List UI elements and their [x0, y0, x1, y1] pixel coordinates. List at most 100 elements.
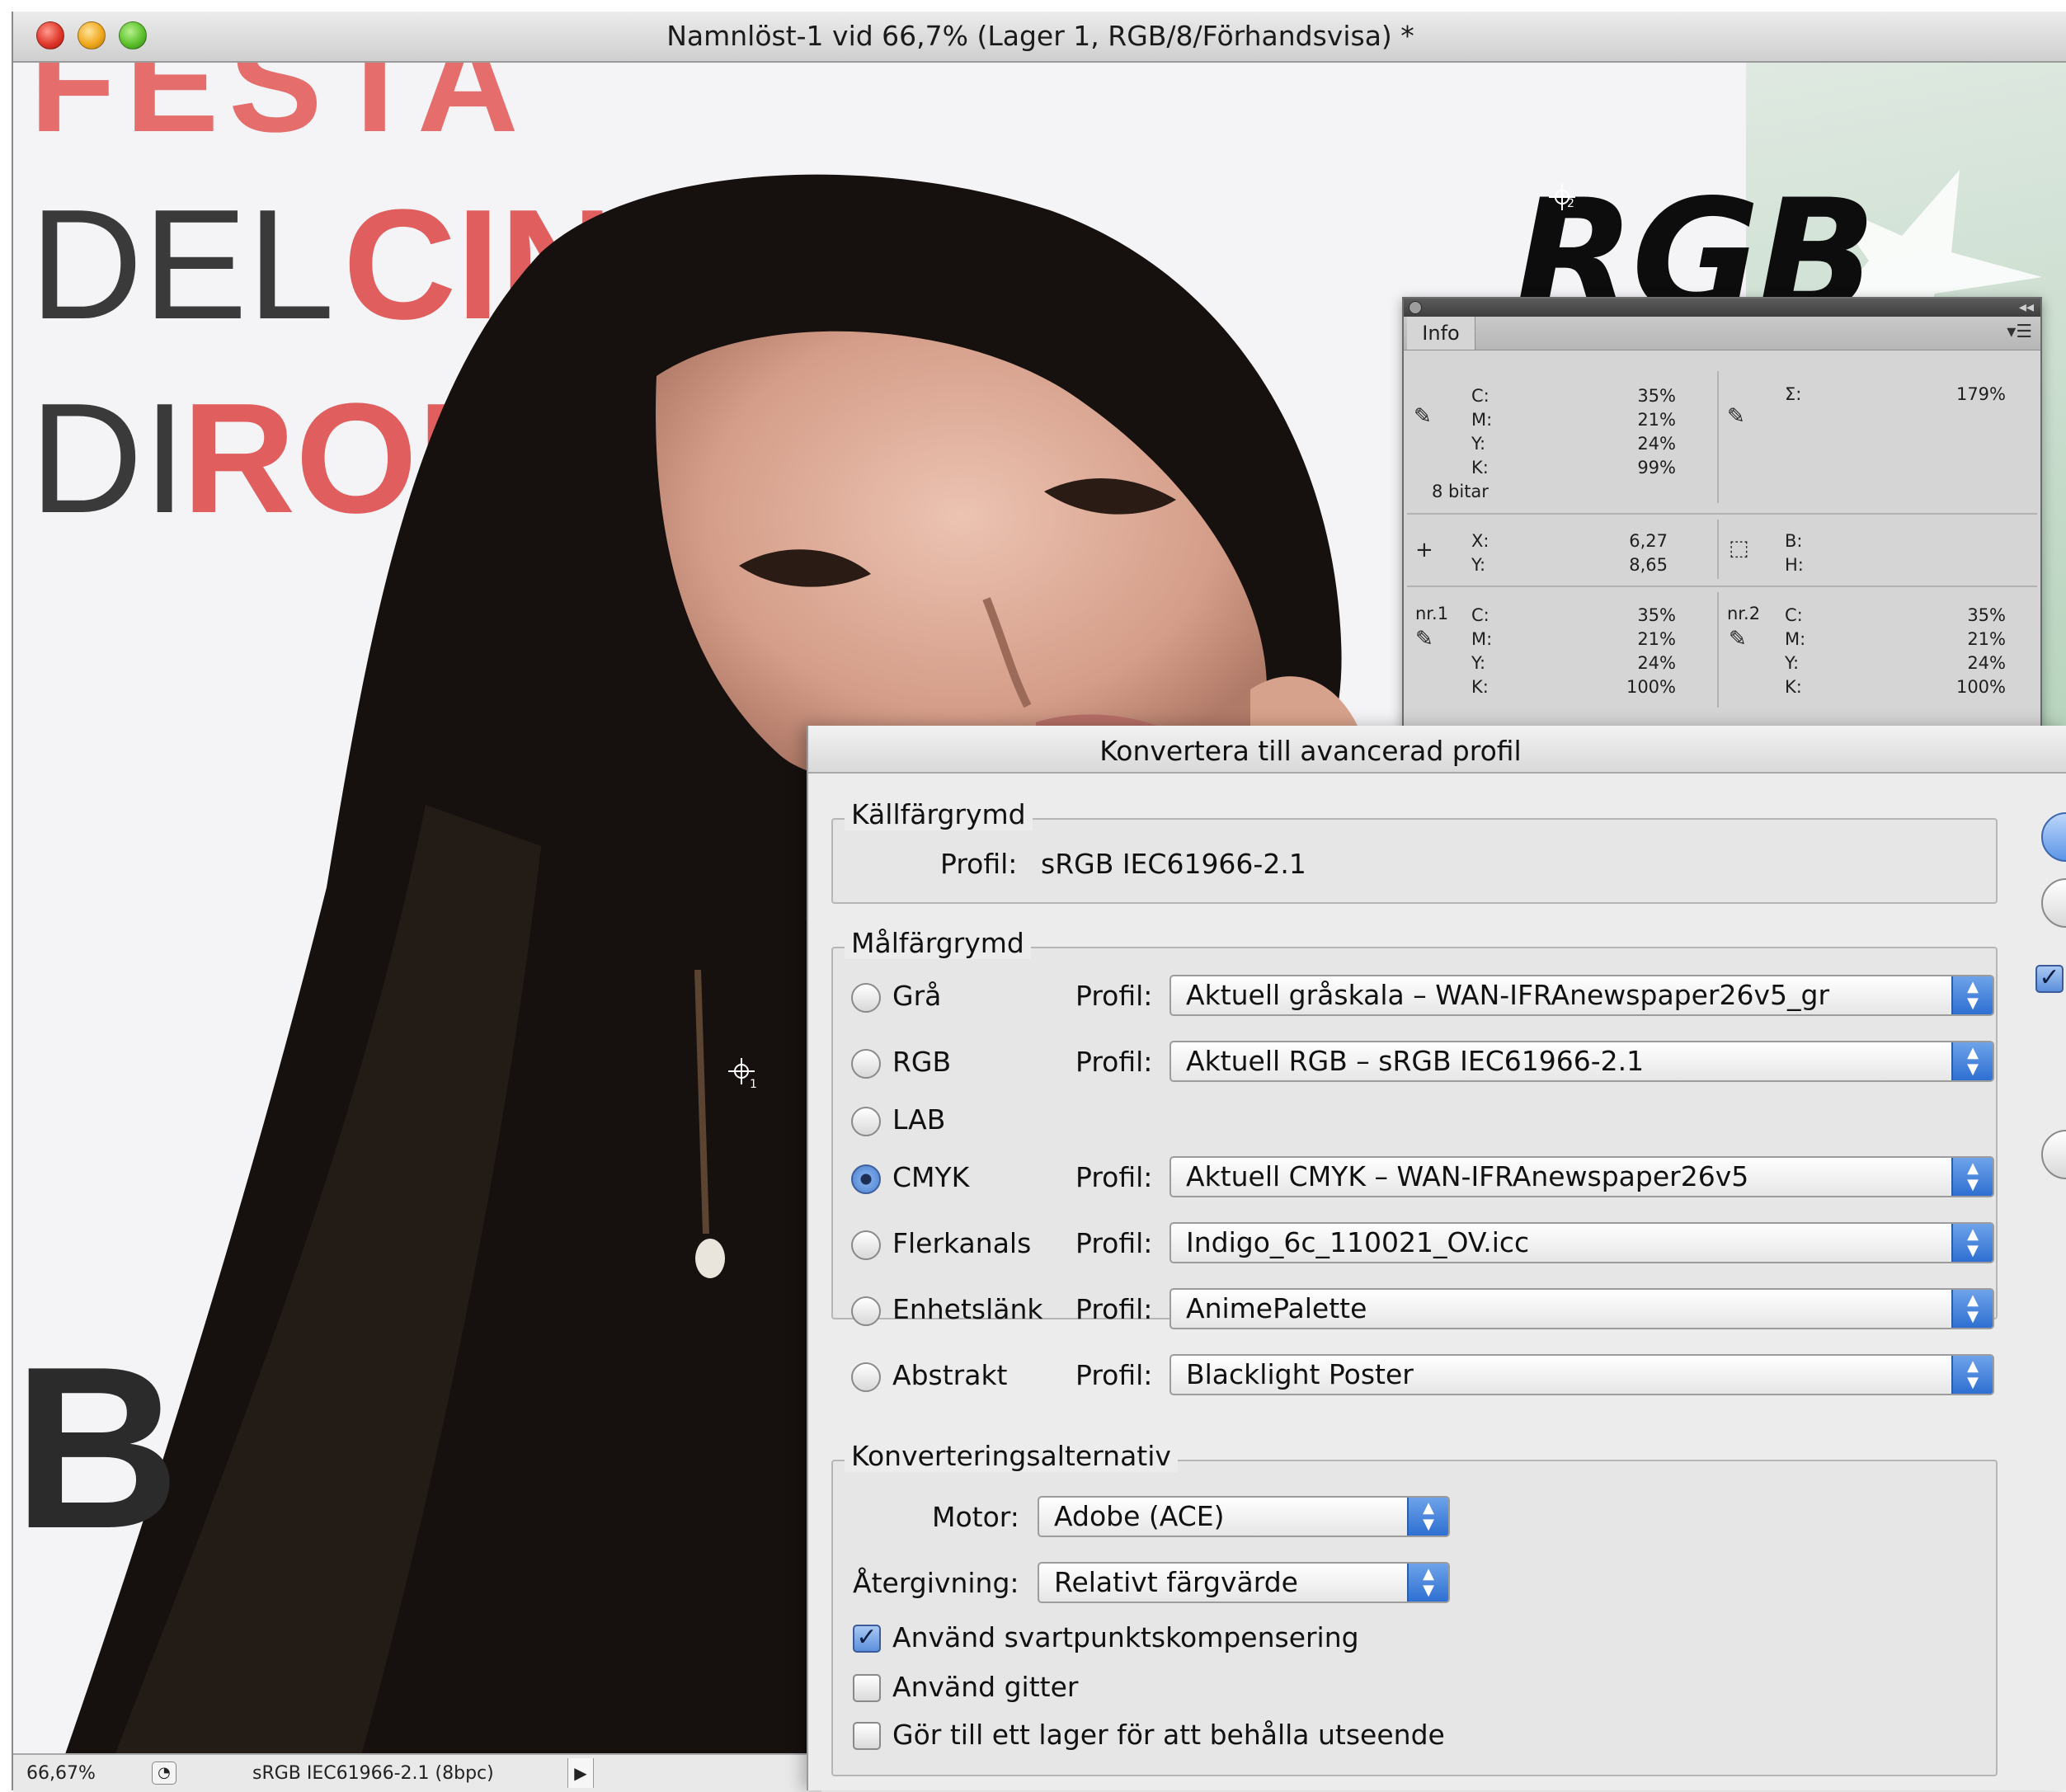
dither-checkbox[interactable] — [853, 1674, 881, 1702]
color-sampler-1-icon[interactable]: 1 — [727, 1056, 760, 1091]
poster-fragment: B — [13, 1319, 181, 1577]
flatten-layer-checkbox[interactable] — [853, 1722, 881, 1750]
selection-size-icon: ⬚ — [1729, 536, 1749, 561]
target-legend: Målfärgrymd — [845, 927, 1031, 959]
select-stepper-icon: ▲ ▼ — [1951, 1158, 1993, 1196]
label-c: C: — [1785, 605, 1803, 625]
info-separator — [1407, 513, 2037, 515]
profile-label: Profil: — [1075, 1161, 1153, 1193]
select-stepper-icon: ▲ ▼ — [1951, 1042, 1993, 1080]
advanced-button[interactable] — [2041, 1130, 2066, 1179]
value-m: 21% — [1637, 629, 1676, 649]
size-labels: B: H: — [1785, 529, 1804, 577]
gray-profile-select[interactable]: Aktuell gråskala – WAN-IFRAnewspaper26v5… — [1169, 975, 1994, 1016]
info-divider — [1717, 592, 1719, 708]
profile-label: Profil: — [1075, 1227, 1153, 1259]
value-m: 21% — [1967, 629, 2006, 649]
label-k: K: — [1785, 677, 1802, 697]
select-stepper-icon: ▲ ▼ — [1407, 1564, 1448, 1602]
value-k: 100% — [1955, 677, 2006, 697]
label-b: B: — [1785, 531, 1803, 551]
multichannel-profile-select[interactable]: Indigo_6c_110021_OV.icc ▲ ▼ — [1169, 1222, 1994, 1263]
engine-select[interactable]: Adobe (ACE) ▲ ▼ — [1038, 1496, 1450, 1537]
conversion-legend: Konverteringsalternativ — [845, 1440, 1178, 1472]
label-c: C: — [1471, 605, 1489, 625]
value-y-pos: 8,65 — [1629, 555, 1668, 575]
cmyk-profile-value: Aktuell CMYK – WAN-IFRAnewspaper26v5 — [1186, 1160, 1749, 1192]
document-info-icon[interactable]: ◔ — [152, 1761, 176, 1785]
value-c: 35% — [1637, 605, 1676, 625]
bit-depth: 8 bitar — [1432, 482, 1489, 501]
position-labels: X: Y: — [1471, 529, 1489, 577]
value-y: 24% — [1967, 653, 2006, 673]
sampler-1-name: nr.1 — [1415, 604, 1449, 623]
label-k: K: — [1471, 677, 1489, 697]
top-left-labels: C: M: Y: K: — [1471, 384, 1492, 480]
total-ink-value: 179% — [1955, 384, 2006, 404]
intent-select[interactable]: Relativt färgvärde ▲ ▼ — [1038, 1562, 1450, 1603]
device-link-profile-select[interactable]: AnimePalette ▲ ▼ — [1169, 1288, 1994, 1329]
sampler-2-name: nr.2 — [1727, 604, 1761, 623]
dialog-titlebar[interactable]: Konvertera till avancerad profil — [808, 726, 2066, 774]
convert-profile-dialog: Konvertera till avancerad profil Källfär… — [807, 726, 2066, 1790]
label-k: K: — [1471, 458, 1489, 477]
intent-value: Relativt färgvärde — [1054, 1566, 1298, 1598]
gray-profile-value: Aktuell gråskala – WAN-IFRAnewspaper26v5… — [1186, 979, 1830, 1011]
engine-value: Adobe (ACE) — [1054, 1500, 1225, 1532]
zoom-level[interactable]: 66,67% — [26, 1763, 96, 1784]
label-y: Y: — [1785, 653, 1800, 673]
info-divider — [1717, 520, 1719, 579]
value-y: 24% — [1637, 653, 1676, 673]
document-title: Namnlöst-1 vid 66,7% (Lager 1, RGB/8/För… — [666, 20, 1414, 52]
total-ink-label: Σ: — [1785, 384, 1802, 404]
color-sampler-2-icon[interactable]: 2 — [1547, 182, 1580, 215]
cancel-button[interactable] — [2041, 878, 2066, 928]
radio-abstract[interactable] — [851, 1362, 881, 1392]
profile-label: Profil: — [1075, 980, 1153, 1012]
panel-menu-icon[interactable]: ▾☰ — [2007, 322, 2032, 342]
sampler-1-labels: C: M: Y: K: — [1471, 604, 1492, 699]
sampler-1-number: 1 — [750, 1078, 757, 1089]
dialog-title: Konvertera till avancerad profil — [1099, 735, 1522, 767]
info-divider — [1717, 371, 1719, 503]
black-point-checkbox[interactable]: ✓ — [853, 1625, 881, 1653]
radio-cmyk[interactable] — [851, 1164, 881, 1194]
ok-button[interactable] — [2041, 812, 2066, 862]
dither-label: Använd gitter — [892, 1671, 1079, 1703]
sampler-2-values: 35% 21% 24% 100% — [1923, 604, 2006, 699]
radio-rgb-label: RGB — [892, 1046, 952, 1078]
select-stepper-icon: ▲ ▼ — [1951, 1290, 1993, 1328]
label-y: Y: — [1471, 434, 1486, 454]
tab-info[interactable]: Info — [1407, 317, 1475, 350]
radio-device-link-label: Enhetslänk — [892, 1293, 1043, 1325]
status-menu-arrow-icon[interactable]: ▶ — [567, 1758, 594, 1788]
collapse-panel-icon[interactable]: ◂◂ — [2019, 299, 2034, 316]
select-stepper-icon: ▲ ▼ — [1951, 1224, 1993, 1262]
label-m: M: — [1785, 629, 1806, 649]
preview-checkbox[interactable]: ✓ — [2035, 965, 2064, 993]
label-m: M: — [1471, 629, 1493, 649]
rgb-profile-select[interactable]: Aktuell RGB – sRGB IEC61966-2.1 ▲ ▼ — [1169, 1041, 1994, 1082]
sampler-2-number: 2 — [1567, 197, 1574, 210]
radio-gray-label: Grå — [892, 980, 942, 1012]
radio-rgb[interactable] — [851, 1049, 881, 1079]
status-bar: 66,67% ◔ sRGB IEC61966-2.1 (8bpc) ▶ — [13, 1753, 821, 1792]
radio-device-link[interactable] — [851, 1296, 881, 1326]
document-titlebar[interactable]: Namnlöst-1 vid 66,7% (Lager 1, RGB/8/För… — [13, 12, 2066, 63]
value-c: 35% — [1637, 386, 1676, 406]
crosshair-icon: + — [1415, 538, 1433, 562]
black-point-label: Använd svartpunktskompensering — [892, 1621, 1359, 1653]
abstract-profile-select[interactable]: Blacklight Poster ▲ ▼ — [1169, 1354, 1994, 1395]
radio-gray[interactable] — [851, 983, 881, 1013]
radio-lab[interactable] — [851, 1107, 881, 1136]
radio-multichannel[interactable] — [851, 1230, 881, 1260]
value-m: 21% — [1637, 410, 1676, 430]
info-panel-close-button[interactable] — [1409, 301, 1422, 314]
label-y: Y: — [1471, 653, 1486, 673]
info-panel-header[interactable]: ◂◂ — [1404, 299, 2040, 317]
source-profile-label: Profil: — [940, 848, 1018, 880]
value-x: 6,27 — [1629, 531, 1668, 551]
sampler-2-labels: C: M: Y: K: — [1785, 604, 1805, 699]
profile-label: Profil: — [1075, 1046, 1153, 1078]
cmyk-profile-select[interactable]: Aktuell CMYK – WAN-IFRAnewspaper26v5 ▲ ▼ — [1169, 1156, 1994, 1197]
